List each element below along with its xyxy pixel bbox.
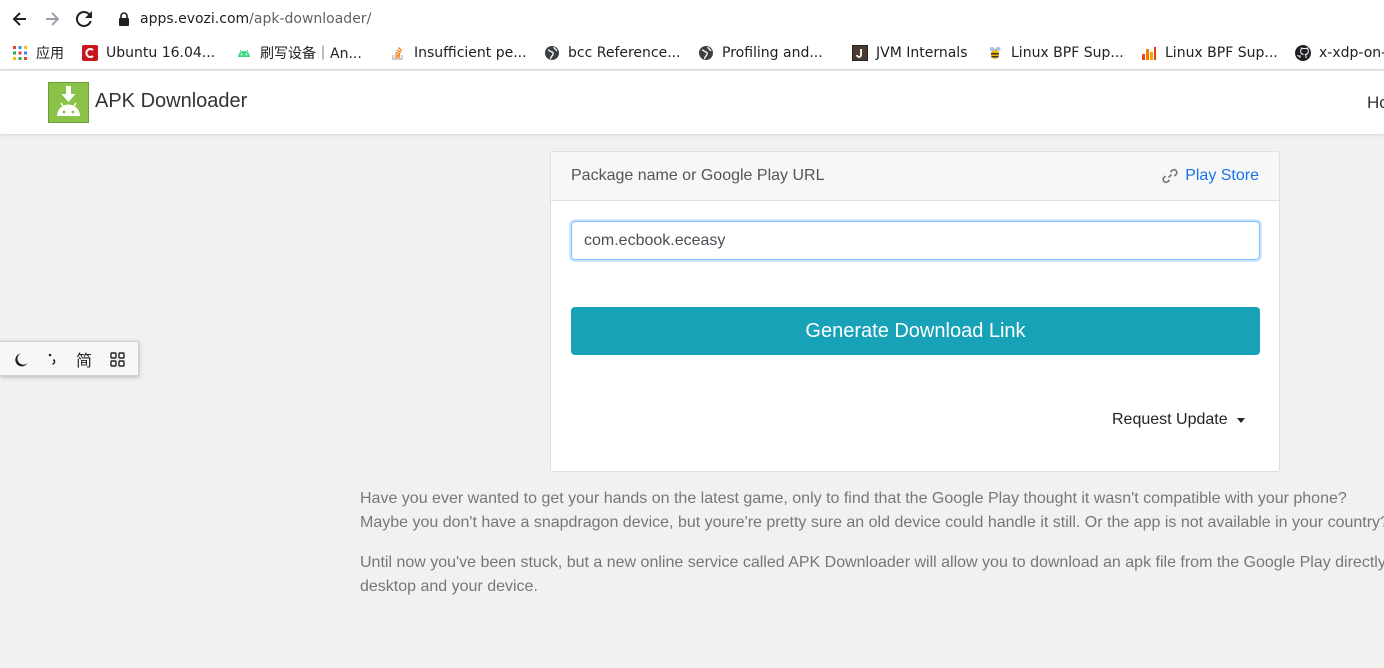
card-header: Package name or Google Play URL Play Sto… — [551, 152, 1279, 201]
generate-download-link-button[interactable]: Generate Download Link — [571, 307, 1260, 355]
grid-menu-icon[interactable] — [108, 349, 126, 369]
site-brand[interactable]: APK Downloader — [95, 90, 247, 113]
request-update-label: Request Update — [1112, 411, 1228, 428]
ime-toolbar: 简 — [0, 341, 139, 376]
card-title: Package name or Google Play URL — [571, 167, 825, 184]
bookmark-insufficient[interactable]: Insufficient pe... — [390, 45, 527, 61]
description-line: Maybe you don't have a snapdragon device… — [360, 514, 1384, 531]
moon-icon[interactable] — [13, 349, 31, 369]
description-line: desktop and your device. — [360, 578, 538, 595]
stackoverflow-icon — [390, 45, 406, 61]
bookmark-ubuntu[interactable]: Ubuntu 16.04... — [82, 45, 215, 61]
description-line: Have you ever wanted to get your hands o… — [360, 490, 1347, 507]
lock-icon — [119, 12, 129, 26]
reload-icon[interactable] — [71, 6, 97, 32]
apps-grid-icon — [12, 45, 28, 61]
address-bar[interactable]: apps.evozi.com/apk-downloader/ — [106, 4, 1384, 34]
punctuation-icon[interactable] — [45, 349, 59, 369]
request-update-dropdown[interactable]: Request Update — [1112, 411, 1245, 429]
apk-downloader-logo[interactable] — [48, 82, 89, 123]
back-arrow-icon[interactable] — [7, 6, 33, 32]
forward-arrow-icon[interactable] — [39, 6, 65, 32]
description-line: Until now you've been stuck, but a new o… — [360, 554, 1384, 571]
bookmark-linux-bpf-2[interactable]: Linux BPF Sup... — [1141, 45, 1278, 61]
apk-download-card: Package name or Google Play URL Play Sto… — [550, 151, 1280, 472]
nav-home-link[interactable]: Ho — [1367, 93, 1384, 113]
bookmarks-bar: 应用 Ubuntu 16.04... 刷写设备｜An... Insufficie… — [0, 37, 1384, 70]
chart-icon — [1141, 45, 1157, 61]
bookmark-bcc[interactable]: bcc Reference... — [544, 45, 681, 61]
bookmark-linux-bpf-1[interactable]: Linux BPF Sup... — [987, 45, 1124, 61]
caret-down-icon — [1236, 417, 1245, 423]
globe-icon — [698, 45, 714, 61]
browser-toolbar: apps.evozi.com/apk-downloader/ — [0, 0, 1384, 37]
android-icon — [236, 45, 252, 61]
red-c-icon — [82, 45, 98, 61]
jvm-icon — [852, 45, 868, 61]
simplified-chinese-toggle[interactable]: 简 — [74, 349, 94, 370]
globe-icon — [544, 45, 560, 61]
bookmark-jvm[interactable]: JVM Internals — [852, 45, 968, 61]
bookmark-profiling[interactable]: Profiling and... — [698, 45, 823, 61]
bookmark-xdp[interactable]: x-xdp-on-a — [1295, 45, 1384, 61]
package-name-input[interactable] — [571, 221, 1260, 260]
description-paragraph-2: Until now you've been stuck, but a new o… — [360, 551, 1384, 599]
description-paragraph-1: Have you ever wanted to get your hands o… — [360, 487, 1384, 535]
play-store-label: Play Store — [1185, 167, 1259, 184]
play-store-link[interactable]: Play Store — [1161, 167, 1259, 185]
url-text: apps.evozi.com/apk-downloader/ — [140, 11, 372, 27]
bookmark-android-flash[interactable]: 刷写设备｜An... — [236, 43, 362, 63]
site-header: APK Downloader Ho — [0, 71, 1384, 134]
github-icon — [1295, 45, 1311, 61]
bookmark-apps[interactable]: 应用 — [12, 43, 64, 63]
link-icon — [1162, 168, 1178, 184]
bee-icon — [987, 45, 1003, 61]
